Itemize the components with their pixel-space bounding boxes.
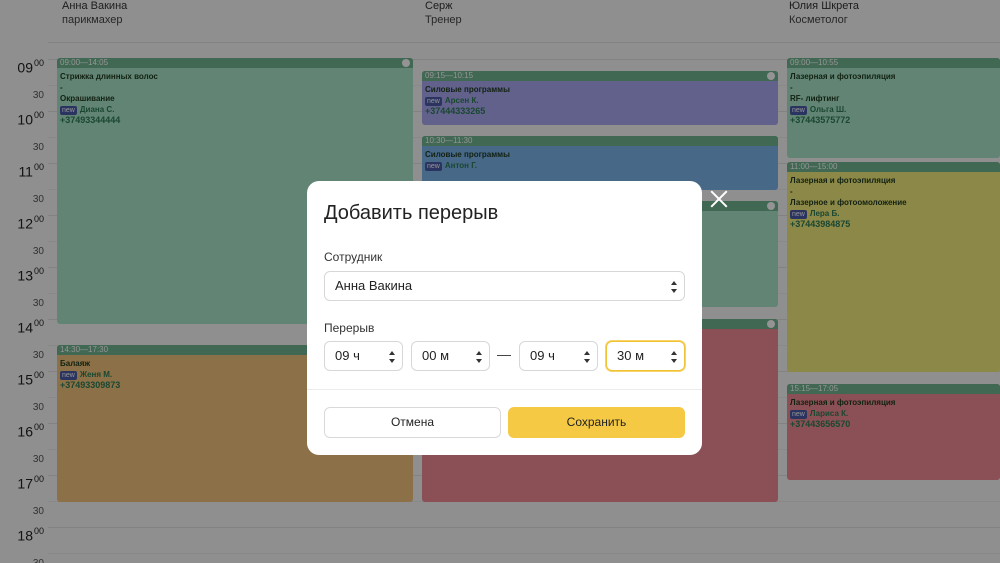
select-arrows-icon [476, 351, 483, 363]
select-value: 09 ч [335, 348, 360, 363]
break-start-hours-select[interactable]: 09 ч [324, 341, 403, 371]
break-end-hours-select[interactable]: 09 ч [519, 341, 598, 371]
save-button[interactable]: Сохранить [508, 407, 685, 438]
select-arrows-icon [671, 281, 678, 293]
employee-label: Сотрудник [324, 250, 383, 264]
break-start-minutes-select[interactable]: 00 м [411, 341, 490, 371]
employee-select[interactable]: Анна Вакина [324, 271, 685, 301]
break-label: Перерыв [324, 321, 375, 335]
dialog-title: Добавить перерыв [324, 202, 499, 224]
select-arrows-icon [389, 351, 396, 363]
select-value: 00 м [422, 348, 450, 363]
select-arrows-icon [584, 351, 591, 363]
break-end-minutes-select[interactable]: 30 м [606, 341, 685, 371]
add-break-dialog: Добавить перерыв Сотрудник Анна Вакина П… [307, 181, 702, 455]
dialog-divider [307, 389, 702, 390]
range-dash [497, 355, 511, 356]
select-arrows-icon [671, 351, 678, 363]
close-icon[interactable] [708, 188, 730, 210]
cancel-button[interactable]: Отмена [324, 407, 501, 438]
select-value: 09 ч [530, 348, 555, 363]
select-value: 30 м [617, 348, 645, 363]
employee-select-value: Анна Вакина [335, 278, 413, 293]
